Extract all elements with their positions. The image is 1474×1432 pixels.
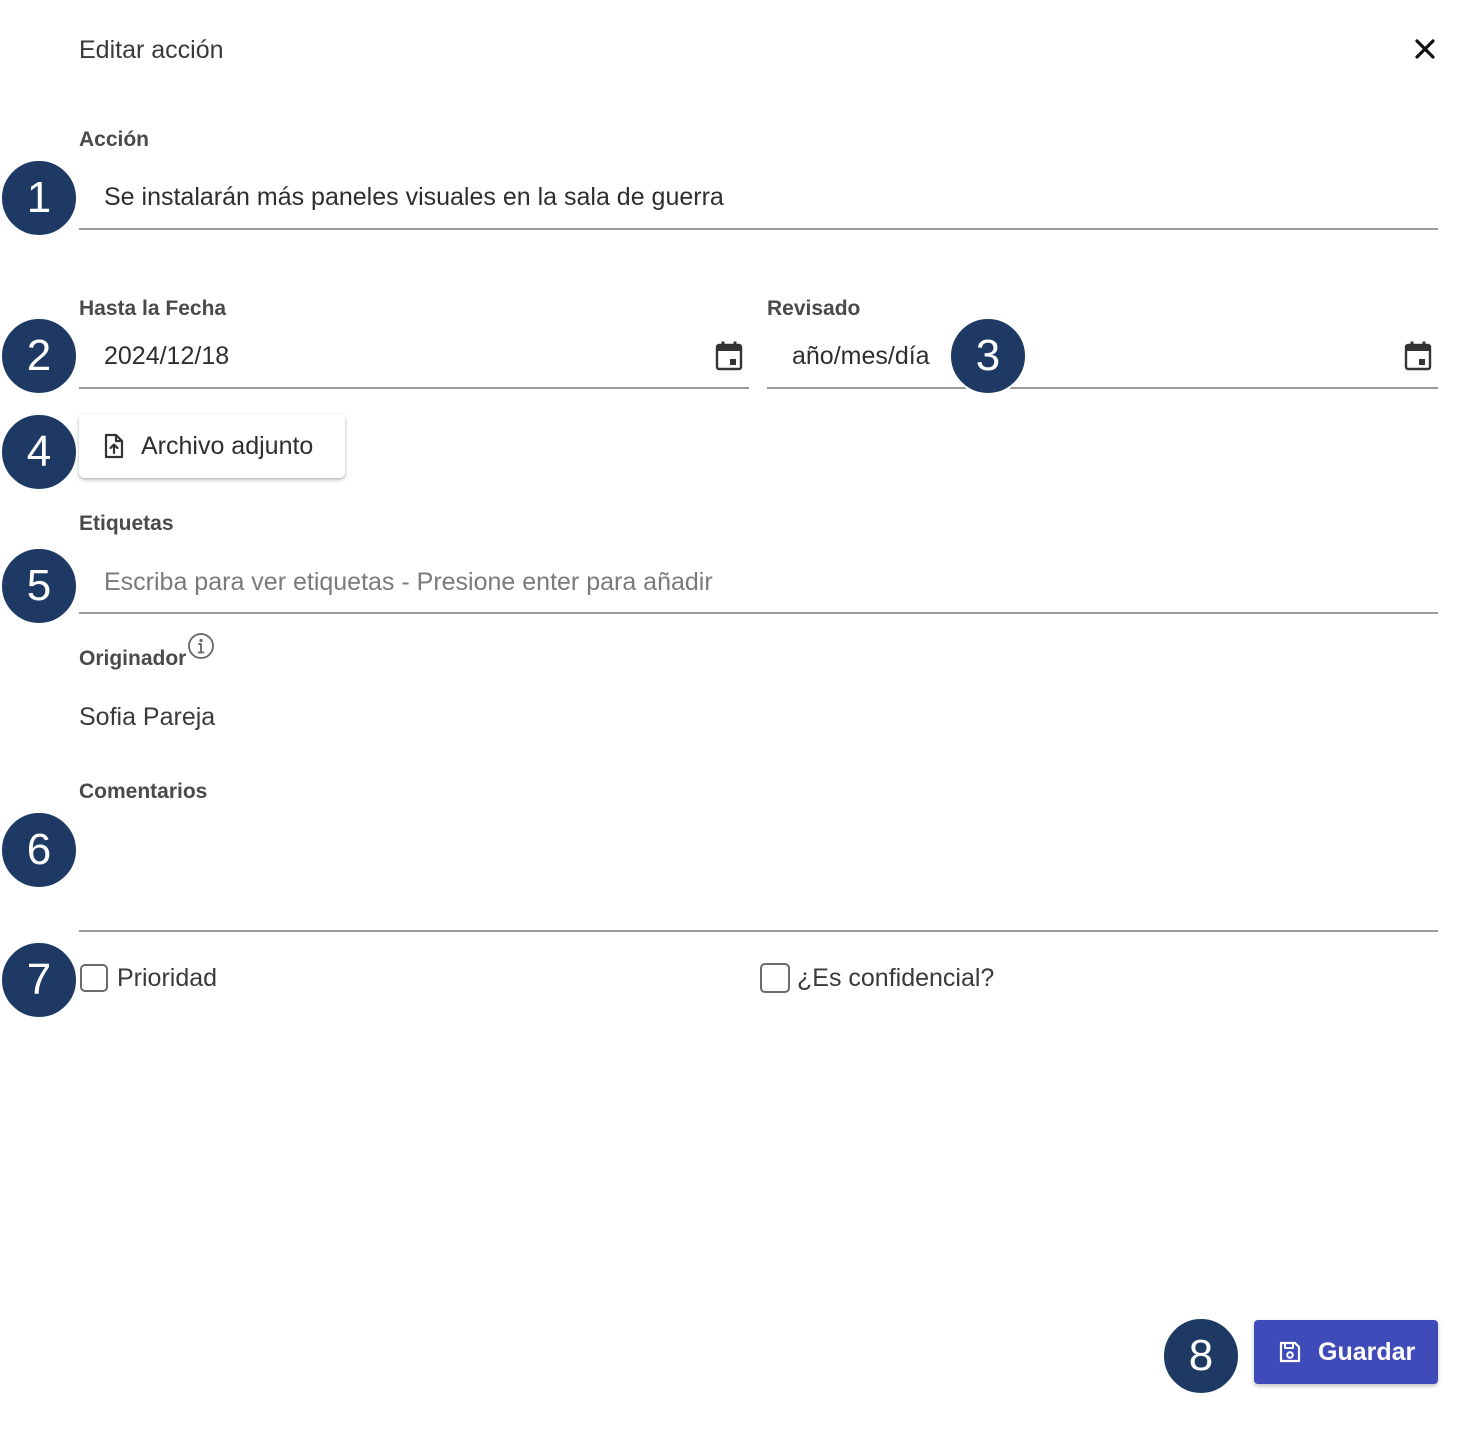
step-badge-1: 1	[0, 159, 78, 237]
etiquetas-placeholder: Escriba para ver etiquetas - Presione en…	[104, 568, 713, 596]
etiquetas-input[interactable]: Escriba para ver etiquetas - Presione en…	[79, 556, 1438, 614]
step-badge-4: 4	[0, 413, 78, 491]
attachment-button[interactable]: Archivo adjunto	[79, 414, 345, 478]
info-icon[interactable]	[187, 632, 215, 665]
dialog-title: Editar acción	[79, 36, 224, 64]
calendar-icon[interactable]	[715, 341, 743, 376]
step-badge-8: 8	[1162, 1317, 1240, 1395]
file-upload-icon	[103, 433, 125, 459]
save-icon	[1278, 1340, 1302, 1364]
hasta-la-fecha-value: 2024/12/18	[104, 342, 230, 370]
save-button[interactable]: Guardar	[1254, 1320, 1438, 1384]
prioridad-label: Prioridad	[117, 964, 218, 992]
hasta-la-fecha-input[interactable]: 2024/12/18	[79, 330, 749, 389]
comentarios-label: Comentarios	[79, 780, 208, 803]
save-button-label: Guardar	[1318, 1337, 1416, 1366]
confidencial-label: ¿Es confidencial?	[797, 964, 995, 992]
step-badge-2: 2	[0, 317, 78, 395]
calendar-icon[interactable]	[1404, 341, 1432, 376]
confidencial-checkbox[interactable]	[760, 963, 790, 993]
revisado-label: Revisado	[767, 297, 861, 320]
hasta-la-fecha-label: Hasta la Fecha	[79, 297, 227, 320]
revisado-placeholder: año/mes/día	[792, 342, 930, 370]
accion-value: Se instalarán más paneles visuales en la…	[104, 183, 724, 211]
etiquetas-label: Etiquetas	[79, 512, 174, 535]
close-button[interactable]	[1406, 30, 1444, 68]
confidencial-checkbox-row[interactable]: ¿Es confidencial?	[760, 962, 994, 994]
prioridad-checkbox-row[interactable]: Prioridad	[80, 962, 217, 994]
accion-input[interactable]: Se instalarán más paneles visuales en la…	[79, 172, 1438, 230]
comentarios-textarea[interactable]	[79, 810, 1438, 932]
originador-value: Sofia Pareja	[79, 703, 216, 731]
step-badge-6: 6	[0, 811, 78, 889]
originador-label: Originador	[79, 647, 187, 670]
prioridad-checkbox[interactable]	[80, 964, 108, 992]
step-badge-7: 7	[0, 941, 78, 1019]
revisado-input[interactable]: año/mes/día	[767, 330, 1438, 389]
step-badge-5: 5	[0, 547, 78, 625]
accion-label: Acción	[79, 128, 150, 151]
close-icon	[1415, 39, 1435, 59]
attachment-button-label: Archivo adjunto	[141, 431, 314, 460]
step-badge-3: 3	[949, 317, 1027, 395]
